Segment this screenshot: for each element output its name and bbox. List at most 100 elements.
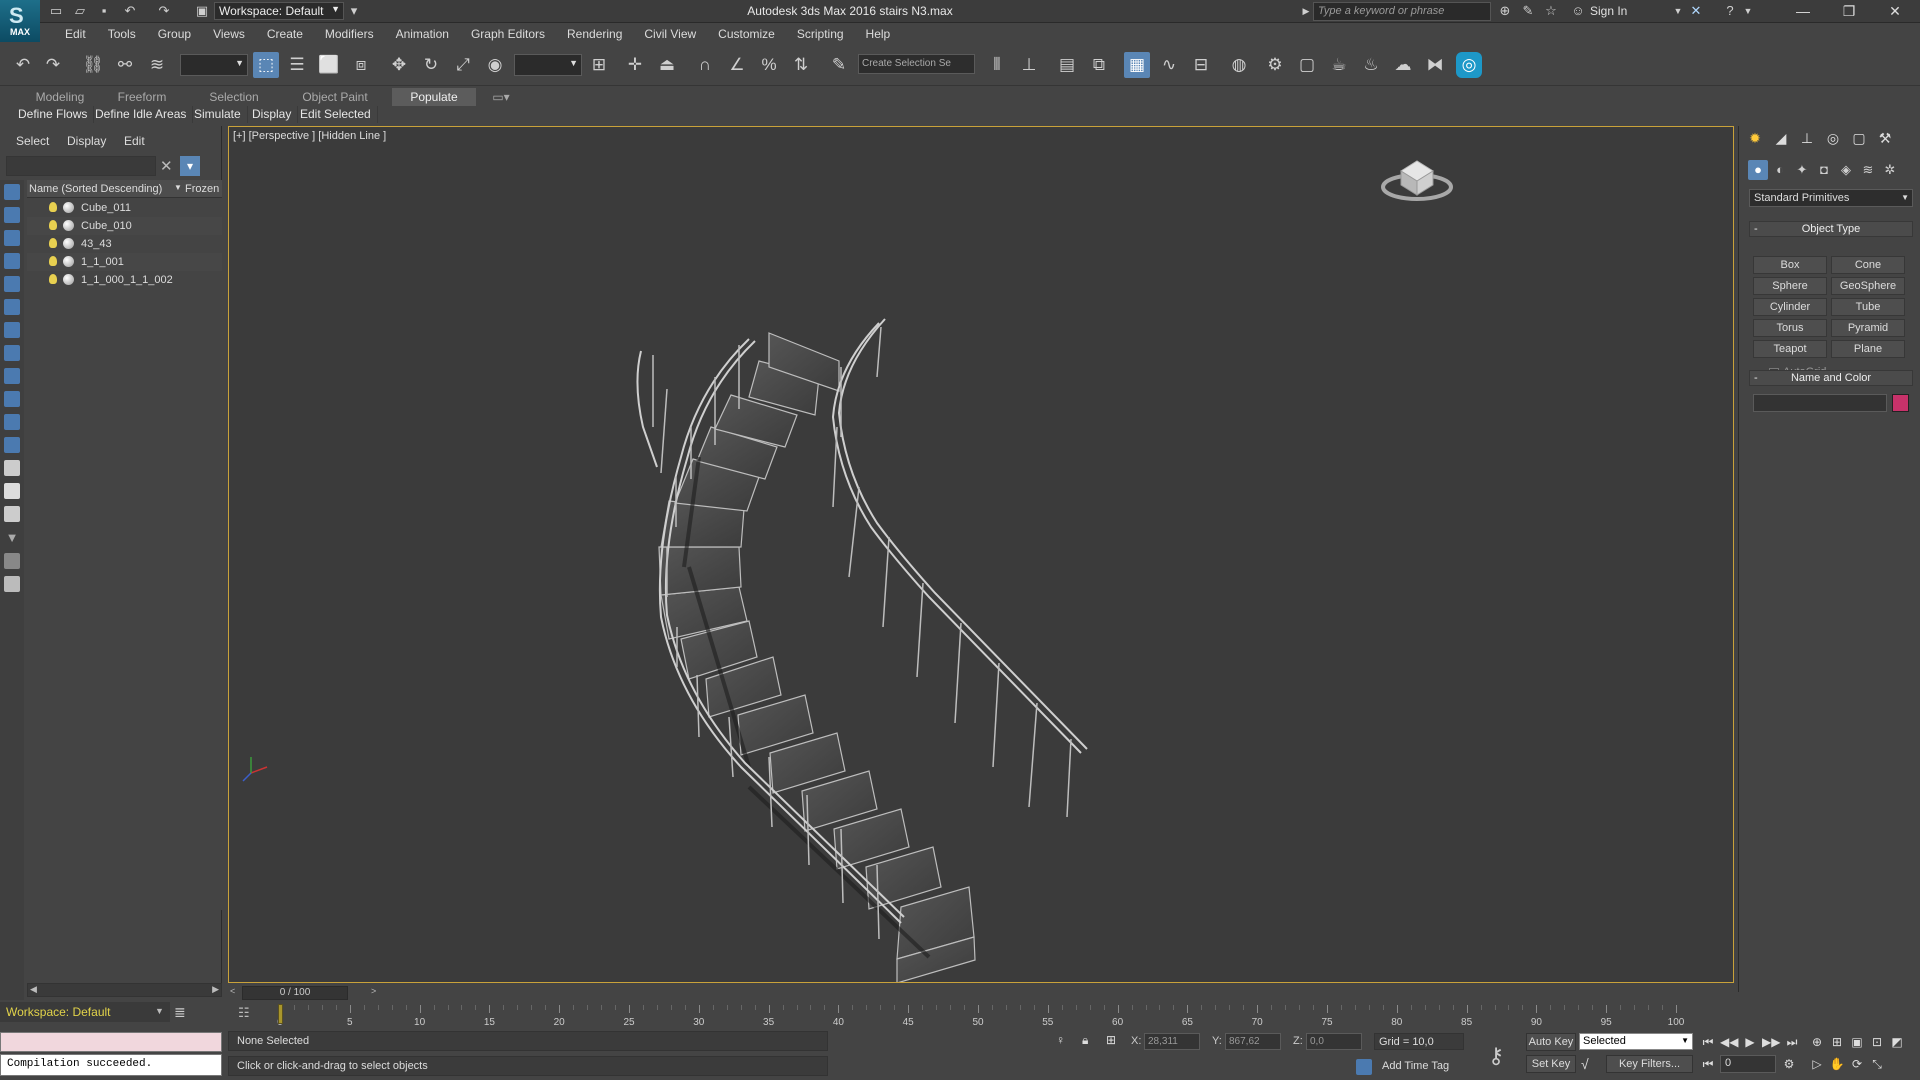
- list-item[interactable]: Cube_011: [27, 199, 222, 217]
- helpers-icon[interactable]: ◈: [1836, 160, 1856, 180]
- scroll-left-icon[interactable]: ◀: [30, 984, 37, 995]
- list-item[interactable]: Cube_010: [27, 217, 222, 235]
- perspective-viewport[interactable]: [+] [Perspective ] [Hidden Line ]: [228, 126, 1734, 983]
- light-bulb-icon[interactable]: [49, 274, 57, 284]
- favorites-star-icon[interactable]: ☆: [1543, 3, 1559, 19]
- current-frame-marker[interactable]: [278, 1004, 283, 1024]
- lights-icon[interactable]: ✦: [1792, 160, 1812, 180]
- display-shapes-icon[interactable]: [4, 207, 20, 223]
- select-object-icon[interactable]: ⬚: [253, 52, 279, 78]
- list-item[interactable]: 1_1_001: [27, 253, 222, 271]
- geosphere-button[interactable]: GeoSphere: [1831, 277, 1905, 295]
- shapes-icon[interactable]: ◐: [1770, 160, 1790, 180]
- open-file-icon[interactable]: ▱: [72, 3, 88, 19]
- a360-icon[interactable]: ◎: [1456, 52, 1482, 78]
- box-button[interactable]: Box: [1753, 256, 1827, 274]
- go-to-end-icon[interactable]: ⏭: [1783, 1033, 1801, 1051]
- filter-selected-icon[interactable]: [4, 553, 20, 569]
- chevron-down-icon[interactable]: ▼: [1670, 3, 1686, 19]
- menu-edit[interactable]: Edit: [54, 27, 97, 41]
- workspace-dropdown[interactable]: Workspace: Default ▼: [214, 2, 344, 20]
- display-geometry-icon[interactable]: [4, 184, 20, 200]
- display-invert-icon[interactable]: [4, 506, 20, 522]
- filter-icon[interactable]: ▾: [180, 156, 200, 176]
- tab-freeform[interactable]: Freeform: [104, 88, 180, 106]
- display-lights-icon[interactable]: [4, 230, 20, 246]
- display-tab-icon[interactable]: ▢: [1847, 128, 1871, 148]
- named-selection-set-dropdown[interactable]: Create Selection Se: [858, 54, 975, 74]
- close-button[interactable]: ✕: [1872, 0, 1918, 23]
- object-type-rollout[interactable]: - Object Type: [1749, 221, 1913, 237]
- hierarchy-tab-icon[interactable]: ⊥: [1795, 128, 1819, 148]
- ribbon-options-icon[interactable]: ▭▾: [486, 88, 516, 106]
- render-in-cloud-icon[interactable]: ☁: [1390, 52, 1416, 78]
- define-flows-button[interactable]: Define Flows: [12, 106, 95, 123]
- new-file-icon[interactable]: ▭: [48, 3, 64, 19]
- pyramid-button[interactable]: Pyramid: [1831, 319, 1905, 337]
- window-crossing-icon[interactable]: ⧈: [348, 52, 374, 78]
- menu-animation[interactable]: Animation: [385, 27, 460, 41]
- subscription-icon[interactable]: ✎: [1520, 3, 1536, 19]
- search-input[interactable]: Type a keyword or phrase: [1313, 2, 1491, 21]
- y-coordinate-field[interactable]: 867,62: [1225, 1033, 1281, 1050]
- tab-object-paint[interactable]: Object Paint: [290, 88, 380, 106]
- mini-curve-editor-icon[interactable]: ☷: [238, 1005, 250, 1021]
- render-a360-gallery-icon[interactable]: ⧓: [1422, 52, 1448, 78]
- rectangular-selection-icon[interactable]: ⬜: [316, 52, 342, 78]
- clear-search-icon[interactable]: ✕: [160, 157, 173, 175]
- select-manipulate-icon[interactable]: ✛: [622, 52, 648, 78]
- workspace-menu-icon[interactable]: ▾: [346, 3, 362, 19]
- menu-customize[interactable]: Customize: [707, 27, 786, 41]
- horizontal-scrollbar[interactable]: ◀ ▶: [27, 983, 222, 997]
- minimize-button[interactable]: —: [1780, 0, 1826, 23]
- display-cameras-icon[interactable]: [4, 253, 20, 269]
- zoom-region-icon[interactable]: ▷: [1808, 1055, 1826, 1073]
- list-item[interactable]: 1_1_000_1_1_002: [27, 271, 222, 289]
- key-mode-dropdown[interactable]: Selected ▼: [1579, 1033, 1693, 1050]
- edit-selected-button[interactable]: Edit Selected: [294, 106, 378, 123]
- light-bulb-icon[interactable]: [49, 238, 57, 248]
- motion-tab-icon[interactable]: ◎: [1821, 128, 1845, 148]
- spinner-snap-icon[interactable]: ⇅: [788, 52, 814, 78]
- move-icon[interactable]: ✥: [386, 52, 412, 78]
- menu-help[interactable]: Help: [855, 27, 902, 41]
- key-tangent-icon[interactable]: √: [1581, 1056, 1589, 1072]
- redo-icon[interactable]: ↷: [40, 52, 66, 78]
- sort-descending-icon[interactable]: ▼: [174, 183, 182, 192]
- sphere-button[interactable]: Sphere: [1753, 277, 1827, 295]
- pivot-center-icon[interactable]: ⊞: [586, 52, 612, 78]
- curve-editor-icon[interactable]: ∿: [1156, 52, 1182, 78]
- workspace-selector[interactable]: Workspace: Default: [0, 1002, 170, 1022]
- modify-tab-icon[interactable]: ◢: [1769, 128, 1793, 148]
- render-production-icon[interactable]: ☕: [1326, 52, 1352, 78]
- maximize-viewport-icon[interactable]: ⤡: [1868, 1055, 1886, 1073]
- display-all-icon[interactable]: [4, 460, 20, 476]
- time-slider-thumb[interactable]: 0 / 100: [242, 986, 348, 1000]
- binoculars-icon[interactable]: ⊕: [1497, 3, 1513, 19]
- z-coordinate-field[interactable]: 0,0: [1306, 1033, 1362, 1050]
- display-containers-icon[interactable]: [4, 391, 20, 407]
- maxscript-listener-input[interactable]: [0, 1032, 222, 1052]
- display-button[interactable]: Display: [246, 106, 299, 123]
- display-groups-icon[interactable]: [4, 322, 20, 338]
- next-frame-icon[interactable]: ▶▶: [1762, 1033, 1780, 1051]
- edit-named-selection-icon[interactable]: ✎: [826, 52, 852, 78]
- column-name-header[interactable]: Name (Sorted Descending): [29, 183, 162, 195]
- key-mode-toggle-icon[interactable]: ⏮: [1699, 1055, 1717, 1073]
- go-to-start-icon[interactable]: ⏮: [1699, 1033, 1717, 1051]
- filter-funnel-icon[interactable]: ▼: [4, 530, 20, 546]
- tab-modeling[interactable]: Modeling: [14, 88, 106, 106]
- chevron-down-icon[interactable]: ▼: [155, 1006, 164, 1016]
- menu-scripting[interactable]: Scripting: [786, 27, 855, 41]
- zoom-all-icon[interactable]: ⊞: [1828, 1033, 1846, 1051]
- pan-icon[interactable]: ✋: [1828, 1055, 1846, 1073]
- light-bulb-icon[interactable]: [49, 202, 57, 212]
- key-filters-button[interactable]: Key Filters...: [1606, 1055, 1693, 1073]
- cameras-icon[interactable]: ◘: [1814, 160, 1834, 180]
- prev-frame-icon[interactable]: <: [230, 986, 235, 996]
- auto-key-button[interactable]: Auto Key: [1526, 1033, 1576, 1051]
- menu-graph-editors[interactable]: Graph Editors: [460, 27, 556, 41]
- viewcube[interactable]: [1381, 151, 1453, 203]
- schematic-view-icon[interactable]: ⊟: [1188, 52, 1214, 78]
- angle-snap-icon[interactable]: ∠: [724, 52, 750, 78]
